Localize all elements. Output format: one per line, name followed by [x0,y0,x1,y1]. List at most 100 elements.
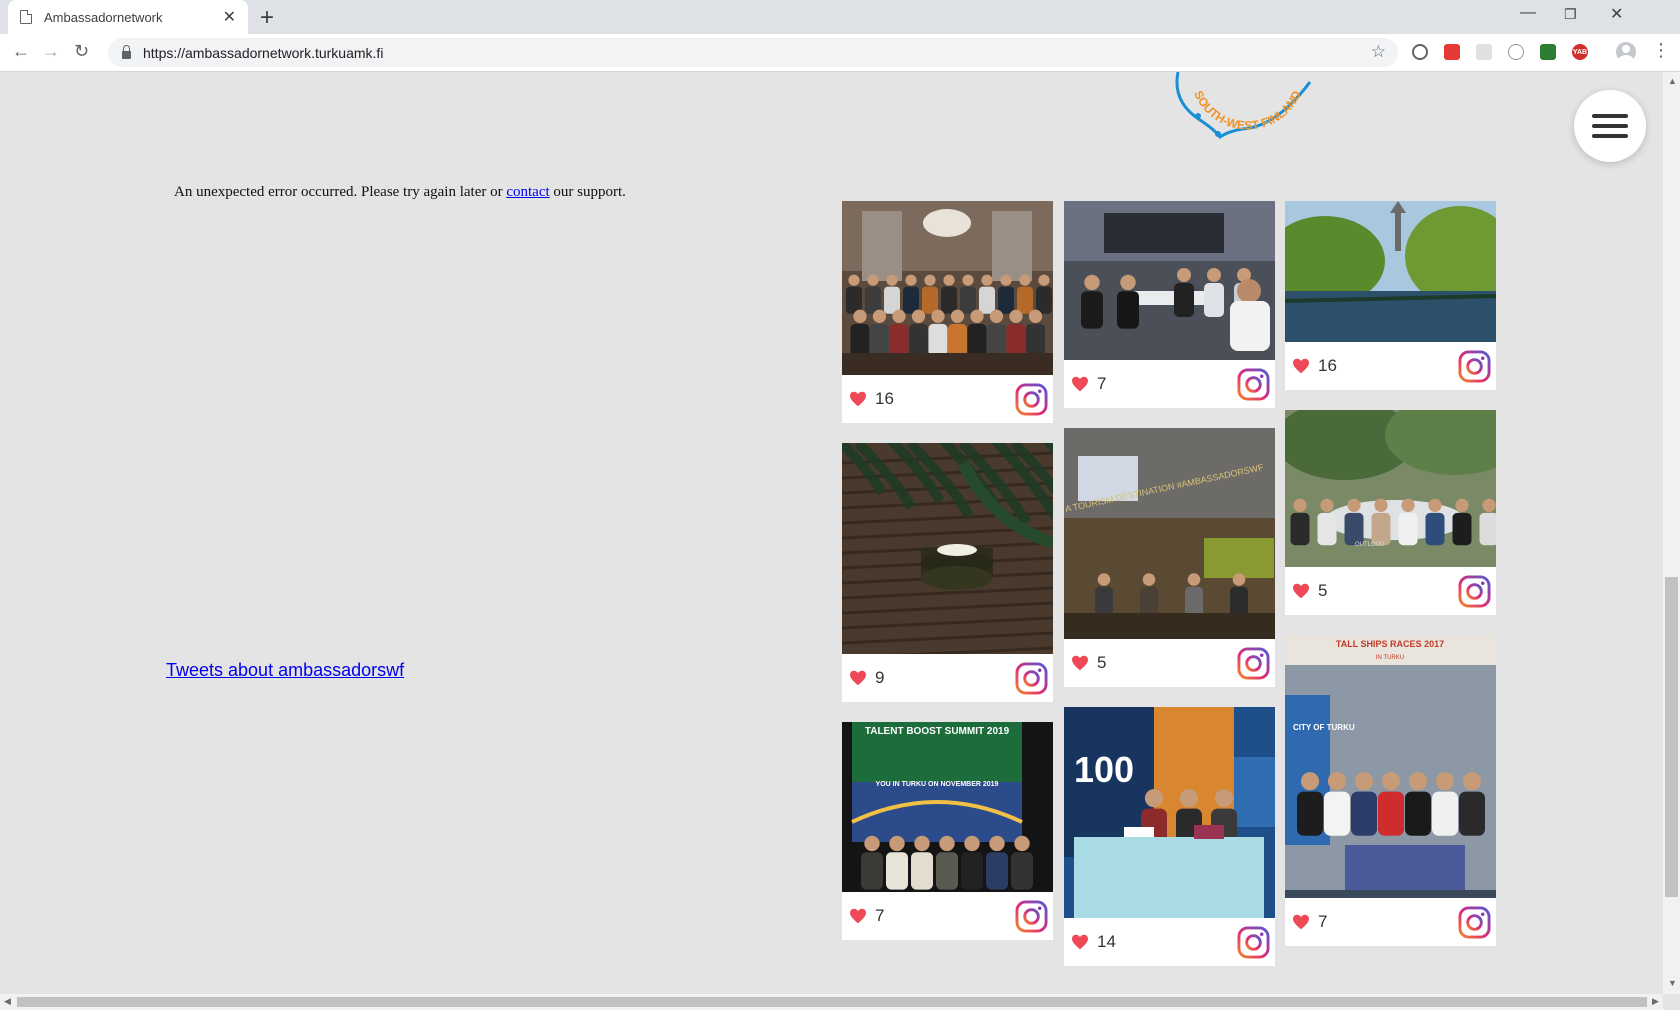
like-count: 16 [1318,356,1337,375]
instagram-post-card[interactable]: TALENT BOOST SUMMIT 2019 YOU IN TURKU ON … [842,722,1053,940]
instagram-icon[interactable] [1237,925,1270,959]
video-ext-icon[interactable] [1444,44,1460,60]
error-message: An unexpected error occurred. Please try… [174,184,626,200]
post-photo-image: SOUTH-WEST FINLAND AS A TOURISM DESTINAT… [1064,428,1275,639]
heart-icon [1293,583,1309,599]
hamburger-menu-button[interactable] [1574,90,1646,162]
instagram-icon[interactable] [1015,661,1048,695]
post-photo[interactable] [842,201,1053,375]
vertical-scroll-thumb[interactable] [1665,577,1678,897]
svg-text:OUTLOUD: OUTLOUD [1355,542,1385,548]
tweets-link[interactable]: Tweets about ambassadorswf [166,660,404,681]
heart-icon [1072,376,1088,392]
yab-ext-icon[interactable]: YAB [1572,44,1588,60]
heart-icon [850,908,866,924]
post-footer: 5 [1064,639,1275,687]
instagram-post-card[interactable]: OUTLOUD 5 [1285,410,1496,615]
post-photo[interactable]: TALENT BOOST SUMMIT 2019 YOU IN TURKU ON … [842,722,1053,892]
post-photo-image [842,201,1053,375]
like-count: 7 [1097,374,1107,393]
instagram-post-card[interactable]: 16 [1285,201,1496,390]
feed-column-1: 16 9 TALENT BOOST SUMMIT 2019 YOU IN TURK… [842,201,1053,960]
instagram-post-card[interactable]: SOUTH-WEST FINLAND AS A TOURISM DESTINAT… [1064,428,1275,687]
block-icon[interactable] [1412,44,1428,60]
page-content: SOUTH-WEST FINLAND An unexpected error o… [0,72,1663,994]
instagram-post-card[interactable]: TALL SHIPS RACES 2017 IN TURKU CITY OF TUR… [1285,635,1496,946]
contact-link[interactable]: contact [506,184,549,200]
instagram-icon[interactable] [1237,367,1270,401]
instagram-icon[interactable] [1015,899,1048,933]
page-document-icon [20,10,32,24]
profile-avatar-icon[interactable] [1616,42,1636,62]
lock-icon [122,44,131,59]
instagram-post-card[interactable]: 16 [842,201,1053,423]
svg-text:YOU IN TURKU ON NOVEMBER 2019: YOU IN TURKU ON NOVEMBER 2019 [876,781,999,788]
post-photo[interactable] [842,443,1053,654]
heart-icon [1072,655,1088,671]
post-footer: 9 [842,654,1053,702]
tab-title: Ambassadornetwork [44,9,163,25]
like-count: 9 [875,668,885,687]
url-text[interactable]: https://ambassadornetwork.turkuamk.fi [143,45,383,61]
forward-icon[interactable]: → [42,41,60,62]
post-photo[interactable]: 100 [1064,707,1275,918]
post-footer: 7 [842,892,1053,940]
horizontal-scroll-thumb[interactable] [17,997,1647,1007]
post-photo-image [1285,201,1496,342]
like-count: 7 [1318,912,1328,931]
post-photo[interactable] [1285,201,1496,342]
window-close-icon[interactable]: ✕ [1610,4,1623,24]
minimize-icon[interactable]: — [1520,4,1536,22]
like-count: 5 [1097,653,1107,672]
grid-ext-icon[interactable] [1476,44,1492,60]
tab-strip: Ambassadornetwork ✕ + — ❐ ✕ [0,0,1680,34]
vertical-scrollbar[interactable]: ▲ ▼ [1663,72,1680,994]
globe-ext-icon[interactable] [1540,44,1556,60]
svg-text:TALENT BOOST SUMMIT 2019: TALENT BOOST SUMMIT 2019 [865,726,1010,737]
svg-text:TALL SHIPS RACES 2017: TALL SHIPS RACES 2017 [1336,639,1444,649]
post-photo[interactable]: SOUTH-WEST FINLAND AS A TOURISM DESTINAT… [1064,428,1275,639]
instagram-post-card[interactable]: 7 [1064,201,1275,408]
face-ext-icon[interactable] [1508,44,1524,60]
post-photo[interactable]: TALL SHIPS RACES 2017 IN TURKU CITY OF TUR… [1285,635,1496,898]
browser-tab[interactable]: Ambassadornetwork ✕ [8,0,248,34]
instagram-post-card[interactable]: 100 14 [1064,707,1275,966]
browser-menu-icon[interactable]: ⋮ [1652,40,1670,61]
horizontal-scrollbar[interactable]: ◀ ▶ [0,994,1663,1010]
like-count: 16 [875,389,894,408]
heart-icon [850,391,866,407]
heart-icon [1293,914,1309,930]
like-count: 14 [1097,932,1116,951]
like-count: 7 [875,906,885,925]
post-footer: 14 [1064,918,1275,966]
instagram-icon[interactable] [1458,905,1491,939]
svg-text:CITY OF TURKU: CITY OF TURKU [1293,723,1355,732]
heart-icon [1072,934,1088,950]
restore-icon[interactable]: ❐ [1564,6,1577,23]
post-footer: 16 [1285,342,1496,390]
post-photo-image [1064,201,1275,360]
feed-column-2: 7 SOUTH-WEST FINLAND AS A TOURISM DESTIN… [1064,201,1275,986]
post-photo-image [842,443,1053,654]
back-icon[interactable]: ← [12,41,30,62]
south-west-finland-logo: SOUTH-WEST FINLAND [1175,72,1312,140]
instagram-post-card[interactable]: 9 [842,443,1053,702]
instagram-icon[interactable] [1015,382,1048,416]
instagram-icon[interactable] [1458,349,1491,383]
reload-icon[interactable]: ↻ [74,41,89,62]
svg-text:100: 100 [1074,749,1134,790]
heart-icon [1293,358,1309,374]
bookmark-star-icon[interactable]: ☆ [1371,42,1386,62]
svg-text:IN TURKU: IN TURKU [1376,655,1404,661]
like-count: 5 [1318,581,1328,600]
post-photo[interactable] [1064,201,1275,360]
post-photo[interactable]: OUTLOUD [1285,410,1496,567]
new-tab-icon[interactable]: + [260,4,274,32]
instagram-icon[interactable] [1237,646,1270,680]
post-photo-image: TALL SHIPS RACES 2017 IN TURKU CITY OF TUR… [1285,635,1496,898]
post-photo-image: TALENT BOOST SUMMIT 2019 YOU IN TURKU ON … [842,722,1053,892]
post-footer: 16 [842,375,1053,423]
tab-close-icon[interactable]: ✕ [223,7,236,27]
address-bar[interactable]: https://ambassadornetwork.turkuamk.fi ☆ [108,38,1398,67]
instagram-icon[interactable] [1458,574,1491,608]
